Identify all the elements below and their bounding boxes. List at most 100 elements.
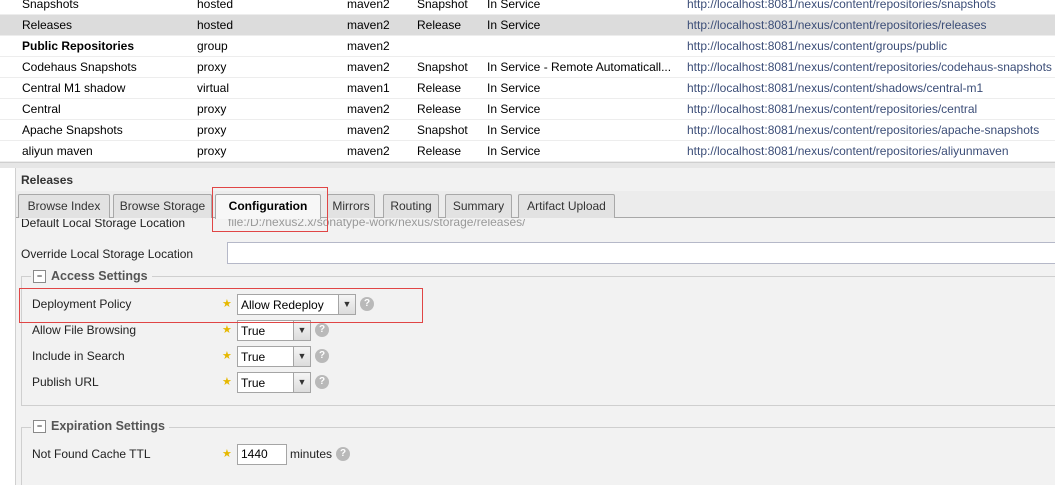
repository-detail-panel: Releases Browse Index Browse Storage Con… [15,168,1055,485]
repo-type: proxy [197,102,227,116]
chevron-down-icon[interactable]: ▼ [293,321,310,340]
repo-type: group [197,39,228,53]
not-found-ttl-unit: minutes [290,447,333,461]
publish-url-label: Publish URL [32,375,99,389]
repo-name: Codehaus Snapshots [22,60,137,74]
allow-browsing-select[interactable]: True ▼ [237,320,311,341]
repo-type: proxy [197,123,227,137]
table-row[interactable]: Public Repositories group maven2 http://… [0,36,1055,57]
required-star-icon: ★ [222,324,232,336]
repo-name: Central M1 shadow [22,81,126,95]
allow-browsing-value: True [241,324,266,338]
publish-url-select[interactable]: True ▼ [237,372,311,393]
table-row[interactable]: aliyun maven proxy maven2 Release In Ser… [0,141,1055,162]
repo-policy: Snapshot [417,0,468,11]
repo-type: proxy [197,60,227,74]
repo-format: maven2 [347,102,390,116]
required-star-icon: ★ [222,298,232,310]
repo-name: Central [22,102,61,116]
help-icon[interactable]: ? [315,349,329,363]
access-settings-title: Access Settings [51,269,148,283]
repo-status: In Service [487,0,541,11]
table-row[interactable]: Apache Snapshots proxy maven2 Snapshot I… [0,120,1055,141]
tab-browse-index[interactable]: Browse Index [18,194,110,218]
expiration-settings-title: Expiration Settings [51,419,165,433]
tab-routing[interactable]: Routing [383,194,439,218]
repo-url: http://localhost:8081/nexus/content/shad… [687,81,984,95]
repo-status: In Service [487,81,541,95]
repo-policy [417,36,485,57]
repo-format: maven2 [347,123,390,137]
tab-configuration[interactable]: Configuration [215,194,321,219]
repo-url: http://localhost:8081/nexus/content/repo… [687,60,1052,74]
repo-status: In Service [487,18,541,32]
tab-bar: Browse Index Browse Storage Configuratio… [16,191,1055,219]
table-row[interactable]: Central M1 shadow virtual maven1 Release… [0,78,1055,99]
deployment-policy-label: Deployment Policy [32,297,132,311]
access-settings-fieldset [21,276,1055,406]
tab-mirrors[interactable]: Mirrors [327,194,375,218]
table-row[interactable]: Codehaus Snapshots proxy maven2 Snapshot… [0,57,1055,78]
chevron-down-icon[interactable]: ▼ [338,295,355,314]
help-icon[interactable]: ? [315,323,329,337]
repo-status: In Service [487,102,541,116]
access-settings-legend: − Access Settings [31,269,152,283]
table-row[interactable]: Central proxy maven2 Release In Service … [0,99,1055,120]
deployment-policy-value: Allow Redeploy [241,298,324,312]
repo-format: maven2 [347,0,390,11]
configuration-form: Default Local Storage Location file:/D:/… [16,219,1055,485]
override-storage-label: Override Local Storage Location [21,247,194,261]
override-storage-input[interactable] [227,242,1055,264]
repo-url: http://localhost:8081/nexus/content/repo… [687,144,1009,158]
table-row[interactable]: Releases hosted maven2 Release In Servic… [0,15,1055,36]
repo-name: Public Repositories [22,39,135,53]
repo-url: http://localhost:8081/nexus/content/repo… [687,0,996,11]
repo-type: proxy [197,144,227,158]
tab-browse-storage[interactable]: Browse Storage [113,194,212,218]
repo-format: maven2 [347,144,390,158]
include-search-select[interactable]: True ▼ [237,346,311,367]
collapse-icon[interactable]: − [33,269,46,283]
help-icon[interactable]: ? [360,297,374,311]
repo-type: virtual [197,81,230,95]
repo-format: maven2 [347,60,390,74]
tab-summary[interactable]: Summary [445,194,512,218]
repo-type: hosted [197,0,234,11]
tab-artifact-upload[interactable]: Artifact Upload [518,194,615,218]
repo-url: http://localhost:8081/nexus/content/grou… [687,39,948,53]
help-icon[interactable]: ? [315,375,329,389]
repo-name: Snapshots [22,0,79,11]
include-search-label: Include in Search [32,349,125,363]
repo-policy: Release [417,81,462,95]
repo-policy: Release [417,18,462,32]
repo-status [487,36,679,57]
repo-policy: Release [417,102,462,116]
repository-grid: Snapshots hosted maven2 Snapshot In Serv… [0,0,1055,162]
default-storage-value: file:/D:/nexus2.x/sonatype-work/nexus/st… [228,219,526,229]
help-icon[interactable]: ? [336,447,350,461]
repo-status: In Service [487,144,541,158]
repo-policy: Snapshot [417,60,468,74]
repo-status: In Service [487,123,541,137]
repo-format: maven2 [347,39,390,53]
table-row[interactable]: Snapshots hosted maven2 Snapshot In Serv… [0,0,1055,15]
collapse-icon[interactable]: − [33,419,46,433]
required-star-icon: ★ [222,448,232,460]
chevron-down-icon[interactable]: ▼ [293,347,310,366]
not-found-ttl-input[interactable]: 1440 [237,444,287,465]
required-star-icon: ★ [222,350,232,362]
repo-format: maven2 [347,18,390,32]
expiration-settings-fieldset [21,427,1055,485]
allow-browsing-label: Allow File Browsing [32,323,137,337]
repo-policy: Snapshot [417,123,468,137]
repo-status: In Service - Remote Automaticall... [487,60,672,74]
repo-url: http://localhost:8081/nexus/content/repo… [687,123,1040,137]
include-search-value: True [241,350,266,364]
repo-url: http://localhost:8081/nexus/content/repo… [687,18,987,32]
repo-name: Releases [22,18,73,32]
chevron-down-icon[interactable]: ▼ [293,373,310,392]
repo-url: http://localhost:8081/nexus/content/repo… [687,102,978,116]
repo-name: aliyun maven [22,144,93,158]
panel-title: Releases [21,173,74,187]
deployment-policy-select[interactable]: Allow Redeploy ▼ [237,294,356,315]
